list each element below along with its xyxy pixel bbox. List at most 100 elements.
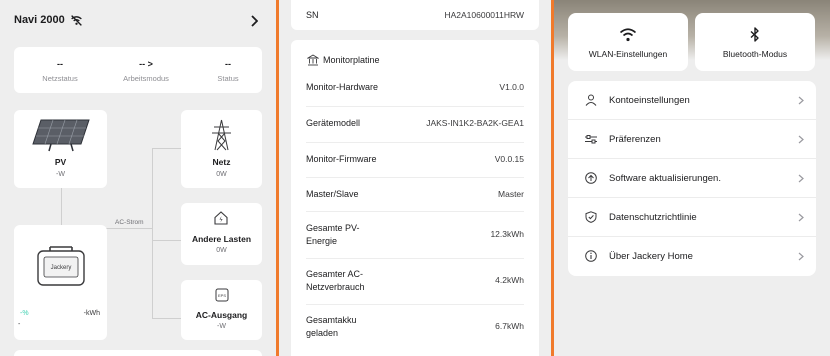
info-row-battery-charged: Gesamtakku geladen 6.7kWh <box>306 305 524 351</box>
info-row-model: Gerätemodell JAKS-IN1K2-BA2K-GEA1 <box>306 107 524 143</box>
chevron-right-icon[interactable] <box>250 15 258 27</box>
trunk-flow-line <box>152 148 153 318</box>
ac-flow-line <box>106 228 152 229</box>
info-value: JAKS-IN1K2-BA2K-GEA1 <box>426 118 524 128</box>
other-loads-name: Andere Lasten <box>191 234 252 244</box>
other-loads-node[interactable]: Andere Lasten 0W <box>181 203 262 265</box>
jackery-device-icon: Jackery <box>37 246 85 286</box>
device-status-label: Status <box>217 74 239 83</box>
device-brand-label: Jackery <box>51 265 72 271</box>
work-mode-label: Arbeitsmodus <box>123 74 169 83</box>
home-load-icon <box>214 211 228 225</box>
menu-item-label: Kontoeinstellungen <box>609 95 690 106</box>
chevron-right-icon <box>798 213 804 222</box>
wifi-settings-button[interactable]: WLAN-Einstellungen <box>568 13 688 71</box>
svg-text:EPS: EPS <box>218 293 226 298</box>
net-status-label: Netzstatus <box>42 74 78 83</box>
menu-item-label: Datenschutzrichtlinie <box>609 212 697 223</box>
output-flow-line <box>152 318 181 319</box>
chevron-right-icon <box>798 174 804 183</box>
settings-panel: WLAN-Einstellungen Bluetooth-Modus Konto… <box>554 0 830 356</box>
ac-output-node[interactable]: EPS AC-Ausgang -W <box>181 280 262 340</box>
info-row-master-slave: Master/Slave Master <box>306 178 524 212</box>
info-value: 4.2kWh <box>495 275 524 285</box>
sn-value: HA2A10600011HRW <box>444 10 524 20</box>
power-tower-icon <box>212 119 231 151</box>
grid-name: Netz <box>212 157 231 167</box>
info-key: Master/Slave <box>306 189 359 199</box>
grid-value: 0W <box>216 171 227 178</box>
ac-output-name: AC-Ausgang <box>195 310 248 320</box>
work-mode-value: -- > <box>139 59 153 69</box>
monitor-board-card: Monitorplatine Monitor-Hardware V1.0.0 G… <box>291 40 539 356</box>
grid-flow-line <box>152 148 181 149</box>
info-value: V1.0.0 <box>499 82 524 92</box>
net-status-value: -- <box>57 59 63 69</box>
menu-item-account-settings[interactable]: Kontoeinstellungen <box>568 81 816 120</box>
wifi-icon <box>619 28 637 42</box>
bluetooth-icon <box>750 27 759 42</box>
other-loads-value: 0W <box>216 247 227 254</box>
info-row-firmware: Monitor-Firmware V0.0.15 <box>306 143 524 178</box>
battery-percent: -% <box>20 310 29 317</box>
wifi-settings-label: WLAN-Einstellungen <box>588 49 668 59</box>
info-value: V0.0.15 <box>494 154 524 164</box>
shield-icon <box>585 211 597 223</box>
ac-power-label: AC-Strom <box>113 219 146 226</box>
outlet-icon: EPS <box>215 288 229 302</box>
sn-label: SN <box>306 10 319 20</box>
pv-node[interactable]: PV -W <box>14 110 107 188</box>
bluetooth-mode-button[interactable]: Bluetooth-Modus <box>695 13 815 71</box>
info-value: 6.7kWh <box>495 321 524 331</box>
sliders-icon <box>585 135 597 144</box>
device-header[interactable]: Navi 2000 <box>0 0 276 42</box>
grid-node[interactable]: Netz 0W <box>181 110 262 188</box>
bluetooth-mode-label: Bluetooth-Modus <box>722 49 788 59</box>
menu-item-about[interactable]: Über Jackery Home <box>568 237 816 276</box>
info-row-ac-consumption: Gesamter AC- Netzverbrauch 4.2kWh <box>306 259 524 305</box>
wifi-off-icon <box>71 15 82 26</box>
bank-building-icon <box>307 54 319 66</box>
info-key: Monitor-Firmware <box>306 154 377 164</box>
info-key-line1: Gesamte PV- <box>306 223 360 233</box>
battery-extra: - <box>18 321 21 328</box>
device-title: Navi 2000 <box>14 14 65 26</box>
pv-value: -W <box>56 171 65 178</box>
device-status-value: -- <box>225 59 231 69</box>
status-summary-card: -- Netzstatus -- > Arbeitsmodus -- Statu… <box>14 47 262 93</box>
battery-energy: -kWh <box>83 310 100 317</box>
ac-output-value: -W <box>217 323 226 330</box>
menu-item-label: Präferenzen <box>609 134 661 145</box>
bottom-card <box>14 350 262 356</box>
menu-item-preferences[interactable]: Präferenzen <box>568 120 816 159</box>
device-info-panel: SN HA2A10600011HRW Monitorplatine Monito… <box>279 0 551 356</box>
person-icon <box>585 94 597 106</box>
info-key-line1: Gesamtakku <box>306 315 357 325</box>
info-icon <box>585 250 597 262</box>
info-value: 12.3kWh <box>490 229 524 239</box>
chevron-right-icon <box>798 135 804 144</box>
pv-flow-line <box>61 188 62 226</box>
chevron-right-icon <box>798 252 804 261</box>
menu-item-label: Software aktualisierungen. <box>609 173 721 184</box>
info-key-line2: Energie <box>306 236 338 246</box>
battery-node[interactable]: Jackery -% -kWh - <box>14 225 107 340</box>
settings-menu: Kontoeinstellungen Präferenzen Software … <box>568 81 816 276</box>
chevron-right-icon <box>798 96 804 105</box>
menu-item-privacy-policy[interactable]: Datenschutzrichtlinie <box>568 198 816 237</box>
serial-number-row: SN HA2A10600011HRW <box>291 0 539 30</box>
info-key: Gerätemodell <box>306 118 361 128</box>
info-row-pv-energy: Gesamte PV- Energie 12.3kWh <box>306 212 524 259</box>
info-key-line2: geladen <box>306 328 339 338</box>
menu-item-software-updates[interactable]: Software aktualisierungen. <box>568 159 816 198</box>
info-key: Monitor-Hardware <box>306 82 379 92</box>
section-title: Monitorplatine <box>323 55 380 65</box>
loads-flow-line <box>152 240 181 241</box>
info-key-line1: Gesamter AC- <box>306 269 364 279</box>
update-icon <box>585 172 597 184</box>
menu-item-label: Über Jackery Home <box>609 251 693 262</box>
solar-panel-icon <box>32 119 90 152</box>
pv-name: PV <box>54 157 67 167</box>
info-row-hardware: Monitor-Hardware V1.0.0 <box>306 72 524 107</box>
device-overview-panel: Navi 2000 -- Netzstatus -- > Arbeitsmodu… <box>0 0 276 356</box>
